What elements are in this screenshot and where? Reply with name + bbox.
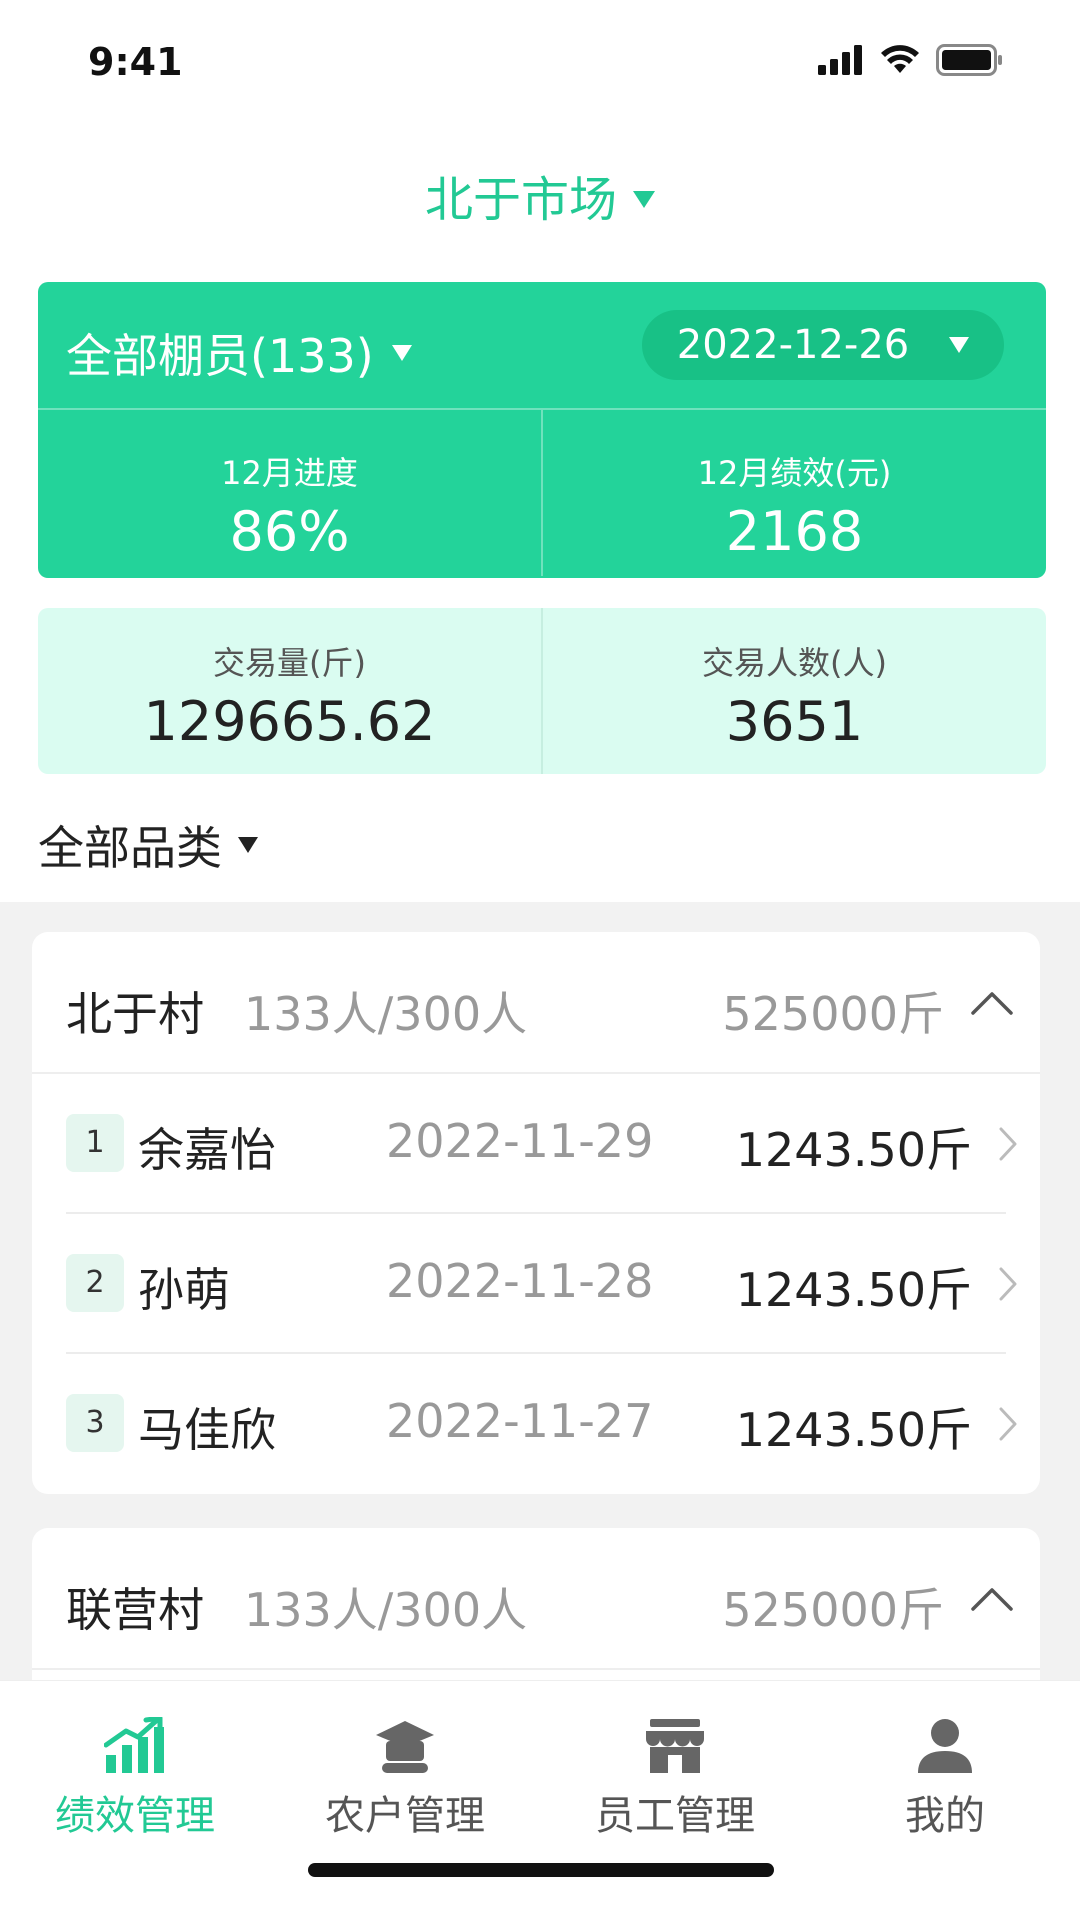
rank-badge: 1 [66,1114,124,1172]
performance-label: 12月绩效(元) [697,454,892,492]
village-header[interactable]: 联营村 133人/300人 525000斤 [32,1528,1040,1670]
signal-icon [818,45,862,75]
market-selector[interactable]: 北于市场 [0,160,1080,230]
dropdown-triangle-icon [391,345,412,361]
chart-icon [104,1717,164,1773]
progress-stat: 12月进度 86% [38,410,541,576]
village-total: 525000斤 [722,1583,944,1637]
chevron-up-icon[interactable] [970,990,1014,1016]
performance-stat: 12月绩效(元) 2168 [541,410,1046,576]
member-name: 余嘉怡 [138,1123,276,1177]
village-header[interactable]: 北于村 133人/300人 525000斤 [32,932,1040,1074]
trade-date: 2022-11-29 [386,1114,654,1168]
tab-label: 员工管理 [595,1793,755,1839]
tab-label: 绩效管理 [55,1793,215,1839]
trade-date: 2022-11-27 [386,1394,654,1448]
dropdown-triangle-icon [238,837,258,853]
progress-label: 12月进度 [221,454,358,492]
home-indicator [308,1863,774,1877]
village-card: 联营村 133人/300人 525000斤 [32,1528,1040,1682]
status-icons [818,44,1004,76]
village-card: 北于村 133人/300人 525000斤 1 余嘉怡 2022-11-29 1… [32,932,1040,1494]
tab-bar: 绩效管理 农户管理 员工管理 我的 [0,1680,1080,1920]
chevron-right-icon [999,1407,1017,1441]
members-filter[interactable]: 全部棚员(133) [66,320,412,386]
volume-value: 129665.62 [143,690,436,753]
summary-card: 全部棚员(133) 2022-12-26 12月进度 86% 12月绩效(元) … [38,282,1046,578]
tab-label: 农户管理 [325,1793,485,1839]
village-total: 525000斤 [722,987,944,1041]
list-item[interactable]: 1 余嘉怡 2022-11-29 1243.50斤 [32,1074,1040,1214]
people-stat: 交易人数(人) 3651 [541,608,1046,774]
trade-date: 2022-11-28 [386,1254,654,1308]
farmer-icon [376,1721,434,1773]
dropdown-triangle-icon [633,190,655,208]
volume-stat: 交易量(斤) 129665.62 [38,608,541,774]
village-name: 联营村 [66,1583,204,1637]
chevron-up-icon[interactable] [970,1586,1014,1612]
village-list: 北于村 133人/300人 525000斤 1 余嘉怡 2022-11-29 1… [0,902,1080,1682]
rank-badge: 2 [66,1254,124,1312]
dropdown-triangle-icon [949,337,970,353]
store-icon [646,1719,704,1773]
village-name: 北于村 [66,987,204,1041]
category-filter[interactable]: 全部品类 [38,812,258,878]
status-time: 9:41 [88,40,183,84]
status-bar: 9:41 [0,0,1080,120]
list-item[interactable]: 2 孙萌 2022-11-28 1243.50斤 [32,1214,1040,1354]
trade-weight: 1243.50斤 [735,1123,972,1177]
chevron-right-icon [999,1267,1017,1301]
rank-badge: 3 [66,1394,124,1452]
people-value: 3651 [725,690,864,753]
list-item[interactable]: 3 马佳欣 2022-11-27 1243.50斤 [32,1354,1040,1494]
tab-staff[interactable]: 员工管理 [540,1695,810,1841]
tab-farmers[interactable]: 农户管理 [270,1695,540,1841]
stats-card: 交易量(斤) 129665.62 交易人数(人) 3651 [38,608,1046,774]
member-name: 马佳欣 [138,1403,276,1457]
person-icon [918,1719,972,1773]
battery-icon [936,44,1002,76]
category-label: 全部品类 [38,821,222,875]
members-label: 全部棚员(133) [66,329,374,383]
progress-value: 86% [229,500,350,563]
tab-label: 我的 [905,1793,985,1839]
market-title: 北于市场 [424,172,617,228]
tab-performance[interactable]: 绩效管理 [0,1695,270,1841]
date-picker[interactable]: 2022-12-26 [642,310,1004,380]
village-count: 133人/300人 [244,987,528,1041]
village-count: 133人/300人 [244,1583,528,1637]
wifi-icon [881,45,919,73]
trade-weight: 1243.50斤 [735,1403,972,1457]
chevron-right-icon [999,1127,1017,1161]
performance-value: 2168 [725,500,864,563]
volume-label: 交易量(斤) [213,644,366,682]
trade-weight: 1243.50斤 [735,1263,972,1317]
tab-me[interactable]: 我的 [810,1695,1080,1841]
member-name: 孙萌 [138,1263,230,1317]
date-value: 2022-12-26 [676,322,910,368]
people-label: 交易人数(人) [702,644,887,682]
